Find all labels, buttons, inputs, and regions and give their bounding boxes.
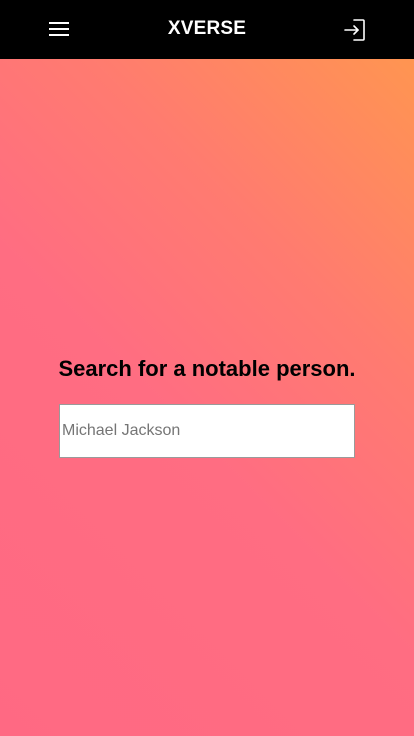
sign-in-icon — [344, 19, 365, 41]
page-headline: Search for a notable person. — [58, 356, 356, 381]
hamburger-menu-icon — [49, 22, 69, 36]
main-content: Search for a notable person. — [0, 59, 414, 736]
app-root: XVERSE Search for a notable person. — [0, 0, 414, 736]
login-button[interactable] — [342, 17, 368, 43]
top-navbar: XVERSE — [0, 0, 414, 59]
menu-button[interactable] — [47, 18, 71, 42]
search-input[interactable] — [59, 404, 355, 458]
